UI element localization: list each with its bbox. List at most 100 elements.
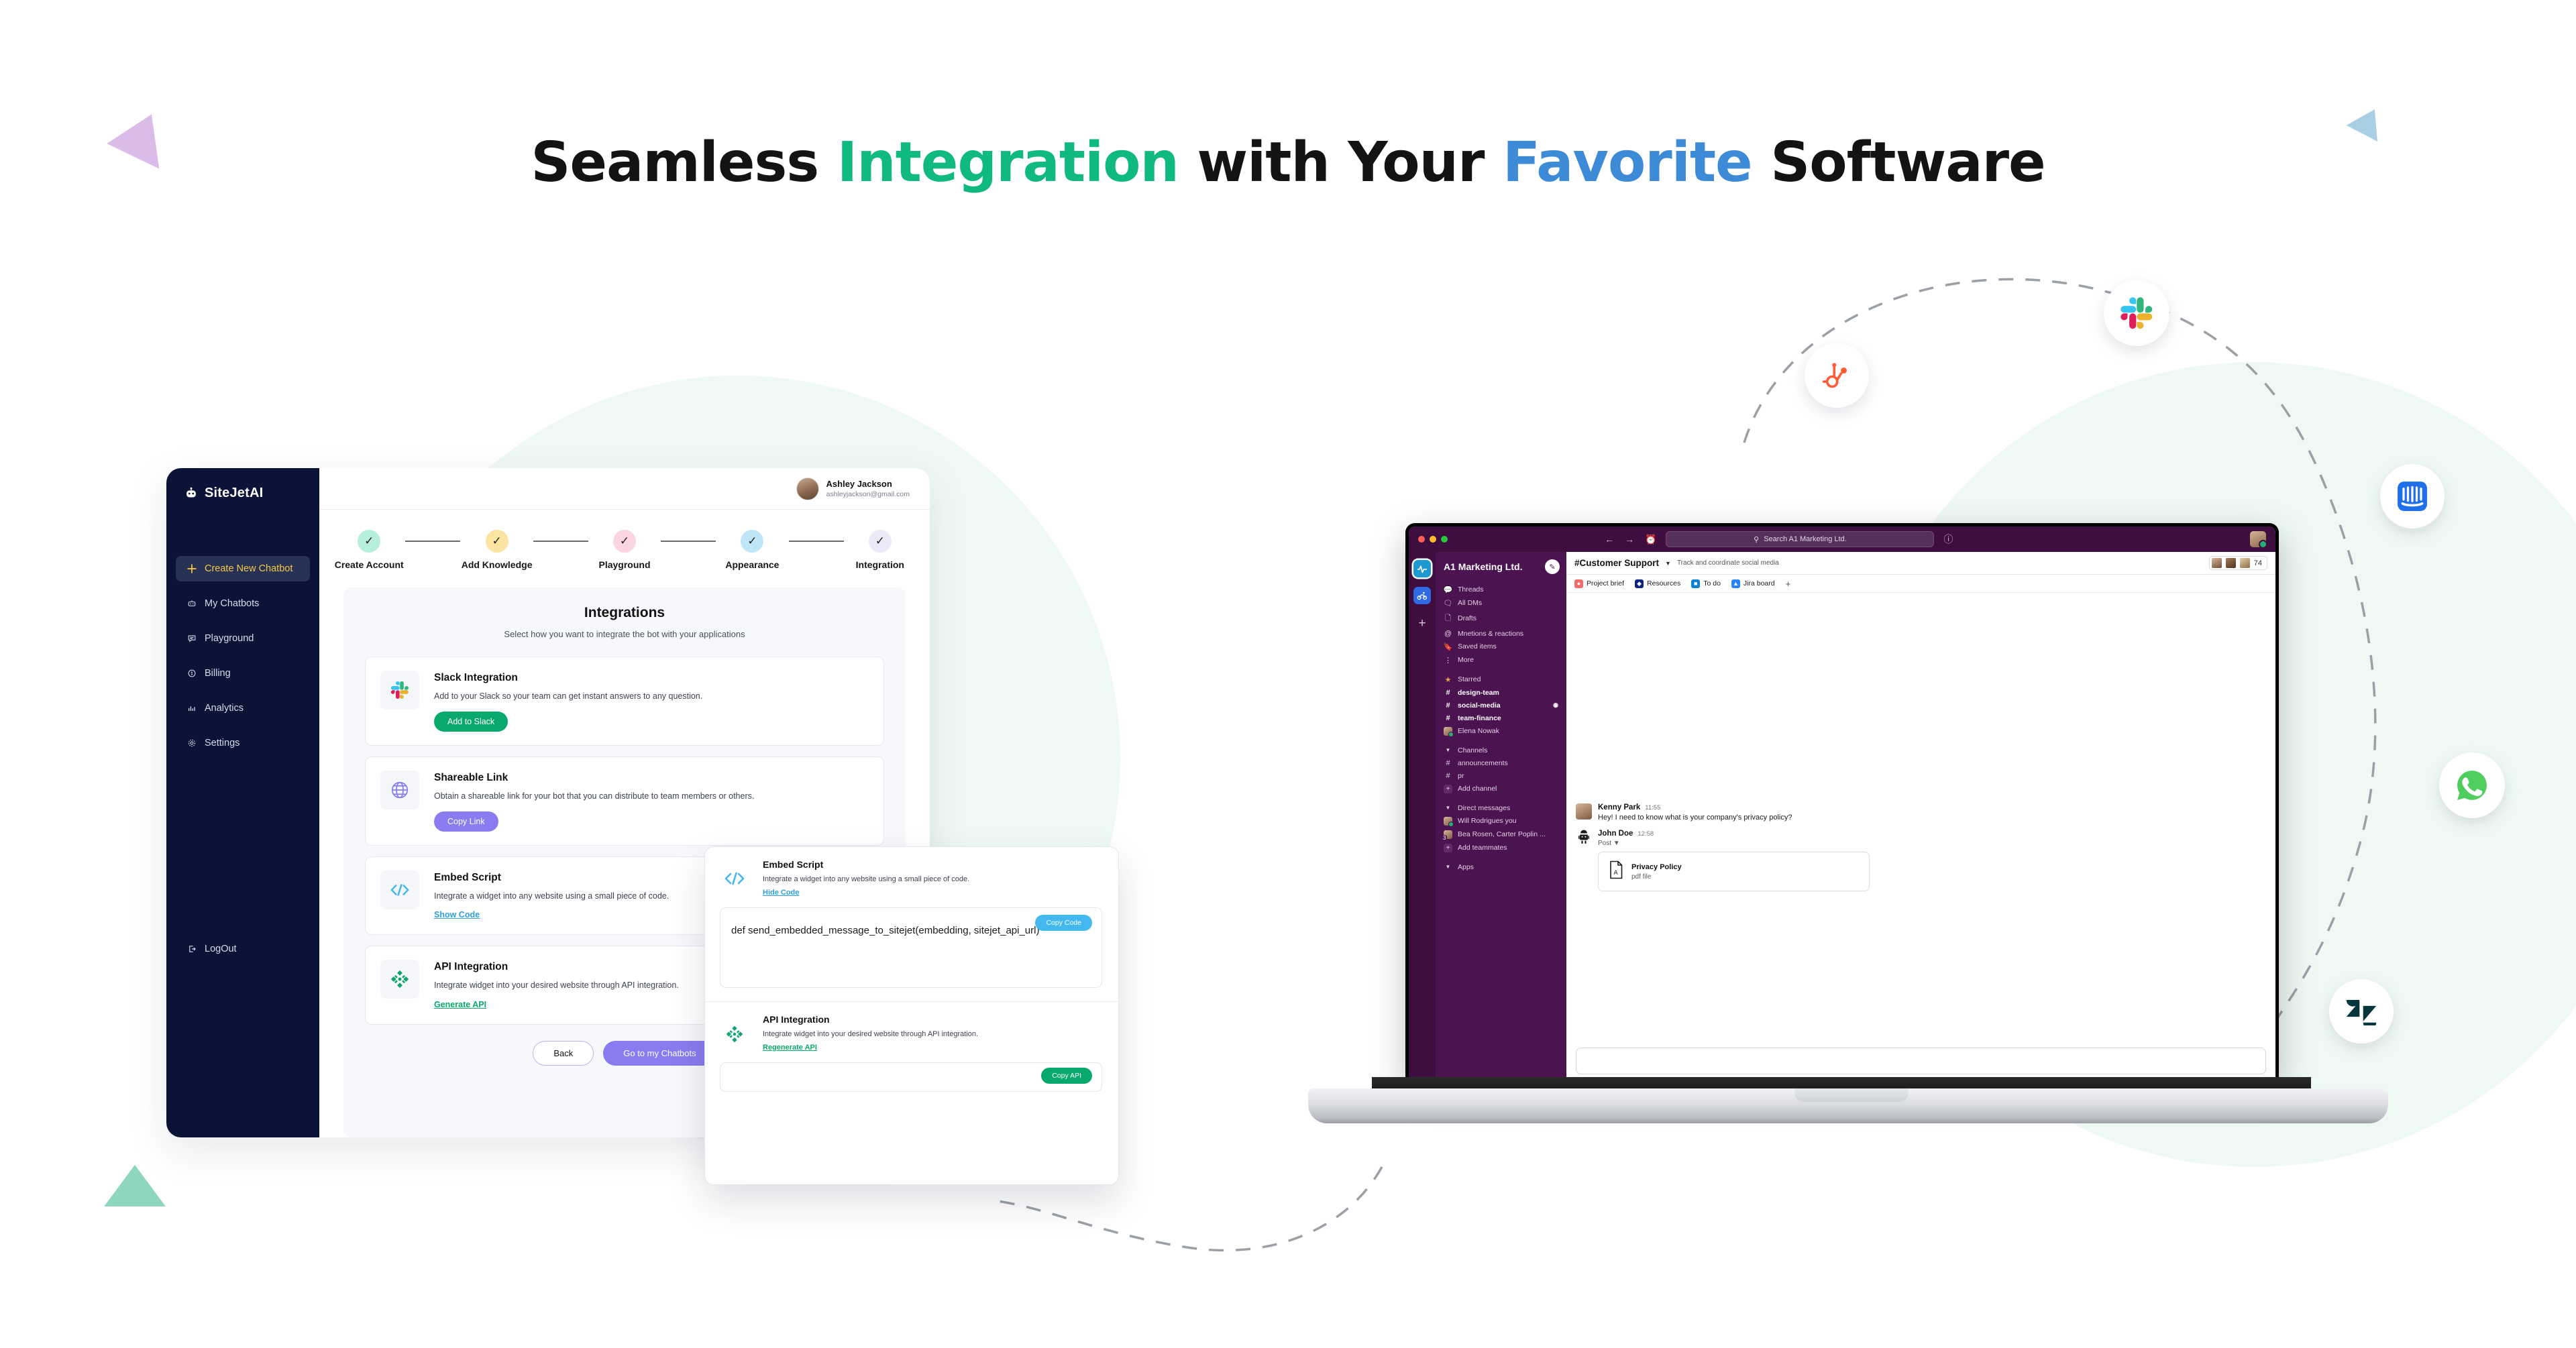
step-create-account[interactable]: ✓ Create Account [333, 530, 405, 570]
api-key-field[interactable]: Copy API [720, 1062, 1102, 1092]
sidebar-item-elena-nowak[interactable]: Elena Nowak [1436, 724, 1566, 738]
bot-avatar-icon[interactable] [1576, 830, 1592, 846]
sidebar-item-billing[interactable]: Billing [176, 661, 310, 686]
regenerate-api-link[interactable]: Regenerate API [763, 1044, 817, 1052]
sidebar-item-create-new-chatbot[interactable]: Create New Chatbot [176, 556, 310, 581]
arrow-right-icon[interactable]: → [1625, 534, 1634, 545]
user-avatar[interactable] [2250, 531, 2267, 549]
tab-label-resources: Resources [1647, 579, 1681, 587]
copy-code-button[interactable]: Copy Code [1035, 915, 1092, 931]
hash-icon: # [1446, 771, 1450, 780]
search-input[interactable]: ⚲ Search A1 Marketing Ltd. [1666, 531, 1935, 547]
window-controls[interactable] [1418, 536, 1448, 543]
close-icon[interactable] [1418, 536, 1425, 543]
back-button[interactable]: Back [533, 1040, 594, 1066]
headline-highlight-integration: Integration [837, 131, 1179, 194]
sidebar-section-channels[interactable]: ▼ Channels [1436, 744, 1566, 756]
sidebar-label-channels: Channels [1458, 746, 1488, 754]
message-post-label[interactable]: Post ▼ [1598, 840, 1870, 847]
chevron-down-icon[interactable]: ▼ [1665, 560, 1671, 567]
avatar[interactable] [1576, 803, 1592, 820]
message-kenny-park: Kenny Park 11:55 Hey! I need to know wha… [1576, 803, 2266, 822]
slack-app: ← → ⏰ ⚲ Search A1 Marketing Ltd. ⓘ + A1 … [1409, 526, 2275, 1080]
sidebar-item-social-media[interactable]: # social-media ◉ [1436, 699, 1566, 712]
step-add-knowledge[interactable]: ✓ Add Knowledge [460, 530, 533, 570]
sidebar-item-my-chatbots[interactable]: My Chatbots [176, 591, 310, 616]
sidebar-label-design-team: design-team [1458, 688, 1499, 697]
sidebar-item-threads[interactable]: 💬 Threads [1436, 583, 1566, 596]
copy-api-button[interactable]: Copy API [1041, 1068, 1092, 1084]
sidebar-item-saved[interactable]: 🔖 Saved items [1436, 640, 1566, 653]
threads-icon: 💬 [1443, 585, 1453, 594]
sidebar-item-settings[interactable]: Settings [176, 730, 310, 756]
add-workspace-icon[interactable]: + [1418, 616, 1426, 631]
sidebar-item-design-team[interactable]: # design-team [1436, 686, 1566, 699]
message-author: Kenny Park [1598, 803, 1641, 811]
step-integration[interactable]: ✓ Integration [844, 530, 916, 570]
channel-header: #Customer Support ▼ Track and coordinate… [1566, 552, 2275, 575]
clock-icon[interactable]: ⏰ [1645, 534, 1656, 545]
sidebar-section-apps[interactable]: ▼ Apps [1436, 860, 1566, 873]
laptop-notch [1794, 1088, 1909, 1102]
sidebar-item-all-dms[interactable]: 🗨 All DMs [1436, 596, 1566, 610]
show-code-link[interactable]: Show Code [434, 910, 480, 919]
copy-link-button[interactable]: Copy Link [434, 811, 498, 832]
channel-topic[interactable]: Track and coordinate social media [1677, 559, 1779, 567]
workspace-header[interactable]: A1 Marketing Ltd. ✎ [1436, 552, 1566, 583]
sidebar-item-team-finance[interactable]: # team-finance [1436, 712, 1566, 724]
avatar [1444, 726, 1454, 737]
sidebar-item-playground[interactable]: Playground [176, 626, 310, 651]
sidebar-section-direct-messages[interactable]: ▼ Direct messages [1436, 801, 1566, 814]
sidebar-item-will-rodrigues[interactable]: Will Rodrigues you [1436, 814, 1566, 828]
minimize-icon[interactable] [1430, 536, 1436, 543]
tab-to-do[interactable]: ■ To do [1691, 579, 1721, 588]
slack-titlebar: ← → ⏰ ⚲ Search A1 Marketing Ltd. ⓘ [1409, 526, 2275, 552]
tab-jira-board[interactable]: ▲ Jira board [1731, 579, 1775, 588]
workspace-icon-secondary[interactable] [1413, 587, 1431, 604]
sidebar-item-group-dm[interactable]: 3 Bea Rosen, Carter Poplin ... [1436, 828, 1566, 841]
sidebar-item-drafts[interactable]: 🗋 Drafts [1436, 610, 1566, 627]
sidebar-item-add-channel[interactable]: + Add channel [1436, 782, 1566, 795]
hide-code-link[interactable]: Hide Code [763, 889, 799, 897]
avatar[interactable] [796, 477, 819, 500]
pencil-icon[interactable]: ✎ [1545, 559, 1560, 574]
generate-api-link[interactable]: Generate API [434, 1000, 486, 1009]
go-to-my-chatbots-button[interactable]: Go to my Chatbots [603, 1040, 716, 1066]
slack-body: + A1 Marketing Ltd. ✎ 💬 Threads 🗨 All DM… [1409, 552, 2275, 1080]
trello-icon: ■ [1691, 579, 1701, 588]
sidebar-item-announcements[interactable]: # announcements [1436, 756, 1566, 769]
sidebar-item-mentions[interactable]: @ Mnetions & reactions [1436, 627, 1566, 640]
sidebar-item-pr[interactable]: # pr [1436, 769, 1566, 782]
tab-resources[interactable]: ◆ Resources [1635, 579, 1680, 588]
overlay-section-embed-script: Embed Script Integrate a widget into any… [705, 847, 1118, 1001]
step-playground[interactable]: ✓ Playground [588, 530, 661, 570]
sidebar-label-my-chatbots: My Chatbots [205, 598, 260, 609]
channel-members[interactable]: 74 [2208, 556, 2267, 570]
workspace-rail: + [1409, 552, 1436, 1080]
sidebar-label-saved: Saved items [1458, 642, 1497, 651]
integration-card-slack: Slack Integration Add to your Slack so y… [365, 657, 884, 746]
headline-part-2: with Your [1178, 131, 1503, 194]
workspace-icon-a1-marketing[interactable] [1413, 560, 1431, 577]
sidebar-item-analytics[interactable]: Analytics [176, 695, 310, 721]
avatar [2225, 558, 2236, 568]
app-brand: SiteJetAI [166, 486, 319, 501]
channel-name[interactable]: #Customer Support [1574, 558, 1659, 568]
step-appearance[interactable]: ✓ Appearance [716, 530, 788, 570]
arrow-left-icon[interactable]: ← [1605, 534, 1614, 545]
tab-project-brief[interactable]: ● Project brief [1574, 579, 1624, 588]
message-composer[interactable] [1576, 1048, 2266, 1074]
sidebar-label-announcements: announcements [1458, 759, 1508, 767]
sidebar-item-more[interactable]: ⋮ More [1436, 653, 1566, 667]
laptop-screen: ← → ⏰ ⚲ Search A1 Marketing Ltd. ⓘ + A1 … [1405, 523, 2279, 1080]
sidebar-item-add-teammates[interactable]: + Add teammates [1436, 841, 1566, 854]
file-attachment-privacy-policy[interactable]: A Privacy Policy pdf file [1598, 852, 1870, 891]
sidebar-section-starred[interactable]: ★ Starred [1436, 673, 1566, 686]
add-to-slack-button[interactable]: Add to Slack [434, 712, 508, 732]
question-icon[interactable]: ⓘ [1943, 532, 1953, 546]
sidebar-item-logout[interactable]: LogOut [176, 936, 310, 962]
message-time: 12:58 [1638, 830, 1654, 838]
bookmark-icon: 🔖 [1443, 642, 1453, 651]
maximize-icon[interactable] [1441, 536, 1448, 543]
add-tab-button[interactable]: + [1786, 579, 1791, 589]
